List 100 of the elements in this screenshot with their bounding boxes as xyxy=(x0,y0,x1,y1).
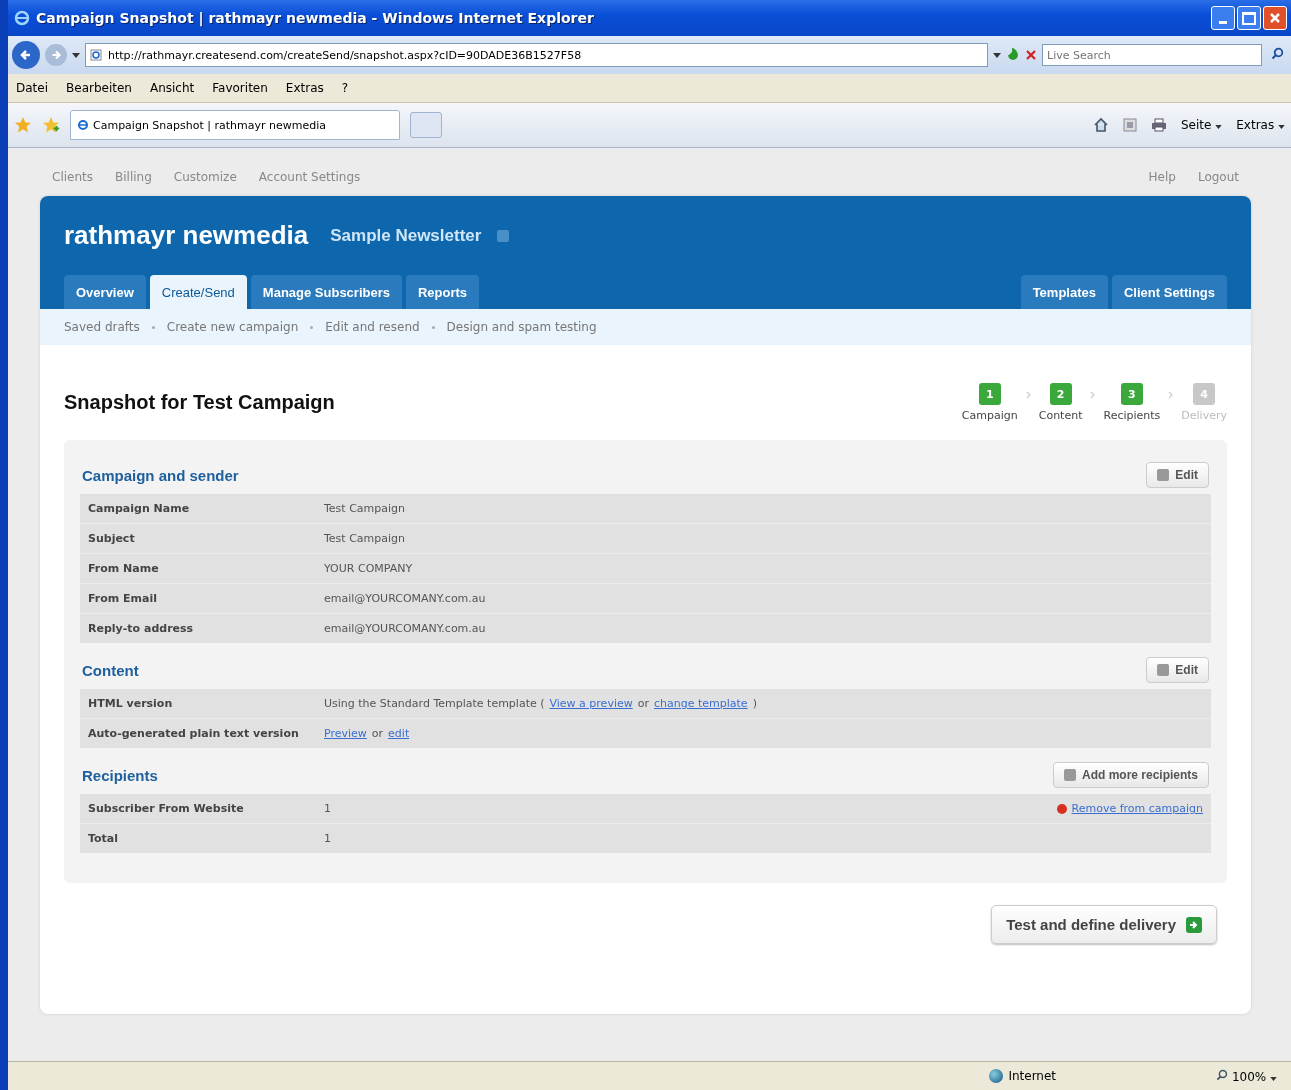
browser-logo-icon xyxy=(14,10,30,26)
home-icon[interactable] xyxy=(1093,117,1109,133)
section-button[interactable]: Add more recipients xyxy=(1052,762,1209,788)
step-number: 2 xyxy=(1049,383,1072,405)
step-label: Delivery xyxy=(1181,409,1227,422)
close-icon xyxy=(1269,12,1281,24)
row-value: email@YOURCOMANY.com.au xyxy=(324,592,486,605)
sub-nav-link[interactable]: Edit and resend xyxy=(325,320,420,334)
nav-tab[interactable]: Client Settings xyxy=(1112,275,1227,309)
row-value: or xyxy=(637,697,649,710)
caret-icon[interactable] xyxy=(72,52,80,58)
url-text: http://rathmayr.createsend.com/createSend/snapshot.aspx?cID=90DADE36B1527F58 xyxy=(108,48,582,62)
search-field[interactable]: Live Search xyxy=(1042,44,1262,66)
section-title: Recipients xyxy=(82,766,158,784)
row-label: Reply-to address xyxy=(88,622,195,635)
back-button[interactable] xyxy=(12,41,40,69)
menu-item[interactable]: ? xyxy=(341,81,349,95)
step-number: 1 xyxy=(978,383,1001,405)
row-label: HTML version xyxy=(88,697,174,710)
nav-tab[interactable]: Overview xyxy=(64,275,146,309)
star-icon[interactable] xyxy=(14,116,32,134)
browser-tab[interactable]: Campaign Snapshot | rathmayr newmedia xyxy=(70,110,400,140)
row-value: ) xyxy=(752,697,757,710)
remove-link[interactable]: Remove from campaign xyxy=(1071,802,1203,815)
star-plus-icon[interactable] xyxy=(42,116,60,134)
inline-link[interactable]: View a preview xyxy=(549,697,633,710)
caret-icon xyxy=(1270,1076,1277,1081)
step-number: 3 xyxy=(1120,383,1143,405)
minimize-button[interactable] xyxy=(1211,6,1235,30)
row-label: Subscriber From Website xyxy=(88,802,245,815)
menu-item[interactable]: Bearbeiten xyxy=(66,81,132,95)
chevron-icon xyxy=(1025,391,1031,399)
sub-nav-link[interactable]: Create new campaign xyxy=(166,320,299,334)
search-icon[interactable] xyxy=(1270,47,1284,60)
next-step-button[interactable]: Test and define delivery xyxy=(991,905,1217,944)
row-value: 1 xyxy=(324,832,331,845)
top-nav-link[interactable]: Account Settings xyxy=(258,170,361,184)
page-icon xyxy=(77,119,89,131)
section-title: Content xyxy=(82,661,139,679)
page-icon xyxy=(90,49,102,61)
feed-icon[interactable] xyxy=(1123,118,1137,132)
top-nav-link[interactable]: Clients xyxy=(52,170,93,184)
address-field[interactable]: http://rathmayr.createsend.com/createSend/snapshot.aspx?cID=90DADE36B1527F58 xyxy=(85,43,988,67)
caret-icon xyxy=(1215,125,1223,129)
chevron-icon xyxy=(1168,391,1174,399)
inline-link[interactable]: change template xyxy=(654,697,748,710)
caret-icon xyxy=(1278,125,1285,129)
top-nav-link[interactable]: Billing xyxy=(115,170,152,184)
row-value: Test Campaign xyxy=(324,502,406,515)
row-label: Subject xyxy=(88,532,136,545)
sub-nav-link[interactable]: Saved drafts xyxy=(64,320,140,334)
tab-title: Campaign Snapshot | rathmayr newmedia xyxy=(93,118,327,132)
caret-icon[interactable] xyxy=(993,52,1001,58)
command-menu[interactable]: Extras xyxy=(1236,118,1285,132)
separator-dot-icon xyxy=(310,325,314,329)
row-label: Total xyxy=(88,832,120,845)
inline-link[interactable]: edit xyxy=(388,727,410,740)
globe-icon xyxy=(989,1069,1004,1083)
section-button[interactable]: Edit xyxy=(1146,462,1209,488)
menu-item[interactable]: Extras xyxy=(285,81,324,95)
separator-dot-icon xyxy=(431,325,435,329)
row-value: Using the Standard Template template ( xyxy=(324,697,545,710)
magnifier-icon xyxy=(1216,1068,1229,1081)
section-button[interactable]: Edit xyxy=(1146,657,1209,683)
maximize-button[interactable] xyxy=(1237,6,1261,30)
row-value: YOUR COMPANY xyxy=(324,562,413,575)
step-label: Recipients xyxy=(1103,409,1161,422)
inline-link[interactable]: Preview xyxy=(324,727,367,740)
page-title: Snapshot for Test Campaign xyxy=(64,391,335,414)
list-name[interactable]: Sample Newsletter xyxy=(330,225,482,246)
nav-tab[interactable]: Reports xyxy=(406,275,480,309)
nav-tab[interactable]: Manage Subscribers xyxy=(250,275,402,309)
row-label: Auto-generated plain text version xyxy=(88,727,300,740)
step-label: Campaign xyxy=(961,409,1018,422)
section-title: Campaign and sender xyxy=(82,466,239,484)
chevron-icon xyxy=(1090,391,1096,399)
menu-item[interactable]: Datei xyxy=(16,81,48,95)
row-value: or xyxy=(371,727,384,740)
row-value: Test Campaign xyxy=(324,532,406,545)
window-title: Campaign Snapshot | rathmayr newmedia - Windows Internet Explorer xyxy=(36,10,595,26)
zoom-control[interactable]: 100% xyxy=(1216,1068,1277,1084)
row-label: From Email xyxy=(88,592,159,605)
nav-tab[interactable]: Templates xyxy=(1020,275,1108,309)
top-nav-link[interactable]: Help xyxy=(1148,170,1176,184)
row-value: 1 xyxy=(324,802,331,815)
row-value: email@YOURCOMANY.com.au xyxy=(324,622,486,635)
top-nav-link[interactable]: Customize xyxy=(173,170,237,184)
close-button[interactable] xyxy=(1263,6,1287,30)
nav-tab[interactable]: Create/Send xyxy=(149,275,247,309)
client-name: rathmayr newmedia xyxy=(64,220,309,251)
printer-icon[interactable] xyxy=(1151,118,1167,132)
menu-item[interactable]: Ansicht xyxy=(149,81,195,95)
step-label: Content xyxy=(1038,409,1083,422)
stop-icon[interactable] xyxy=(1025,49,1037,61)
top-nav-link[interactable]: Logout xyxy=(1197,170,1239,184)
command-menu[interactable]: Seite xyxy=(1181,118,1223,132)
security-zone: Internet xyxy=(1008,1069,1057,1083)
sub-nav-link[interactable]: Design and spam testing xyxy=(446,320,597,334)
separator-dot-icon xyxy=(151,325,155,329)
menu-item[interactable]: Favoriten xyxy=(212,81,268,95)
